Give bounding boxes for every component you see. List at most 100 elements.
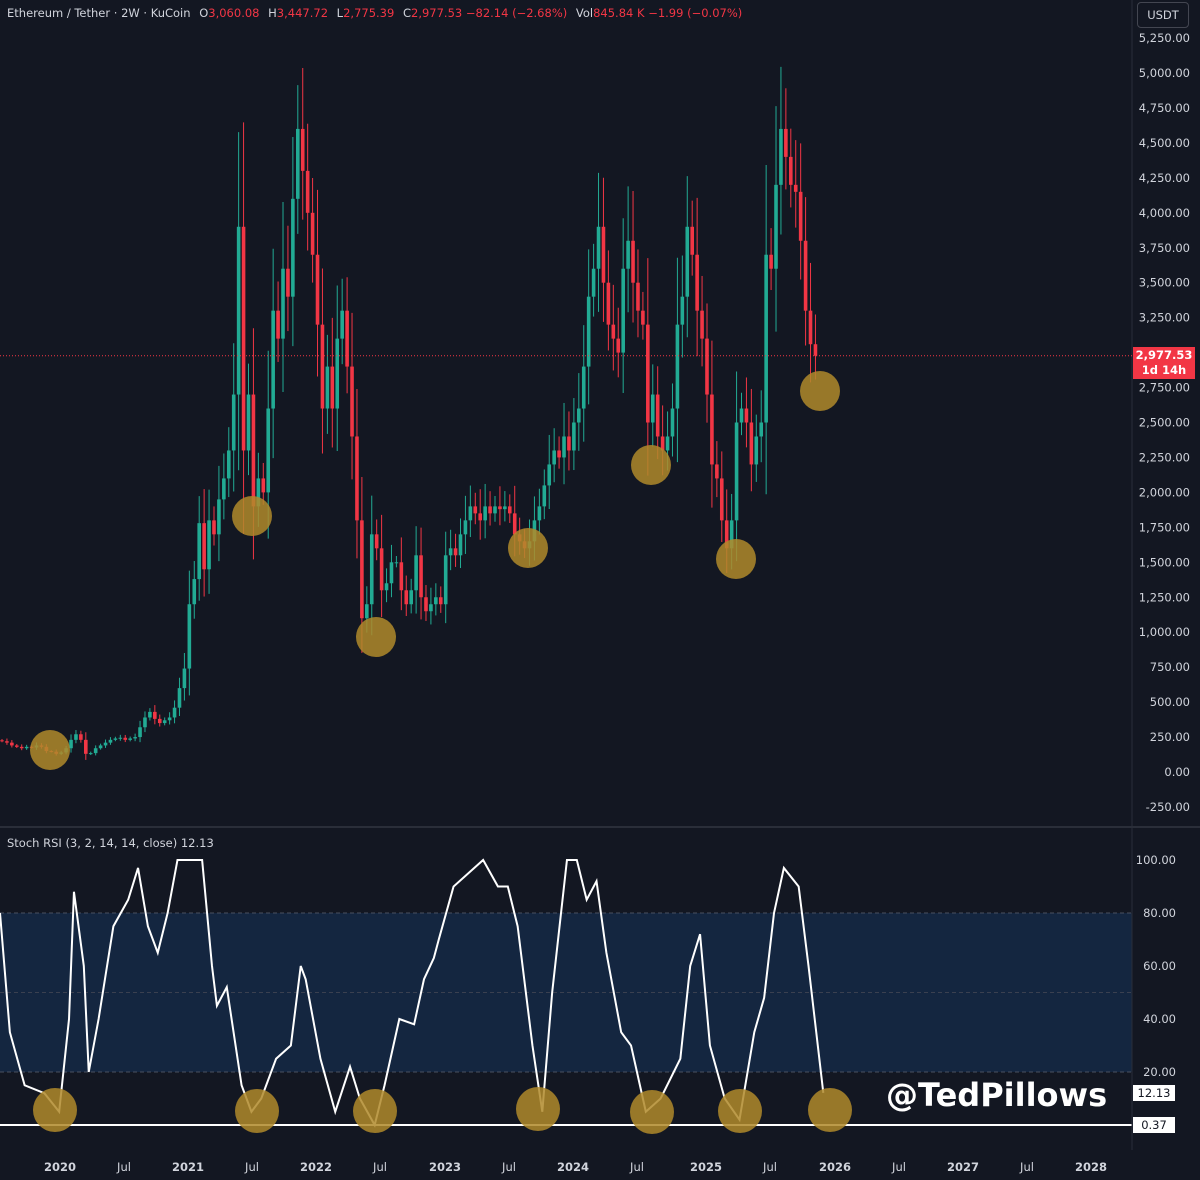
candle-body bbox=[601, 226, 606, 283]
candle-body bbox=[443, 555, 448, 605]
volume-change: −1.99 (−0.07%) bbox=[648, 6, 743, 20]
rsi-tick-label: 20.00 bbox=[1143, 1065, 1176, 1079]
candle-body bbox=[537, 506, 542, 521]
rsi-tick-label: 100.00 bbox=[1136, 853, 1176, 867]
time-tick-label: 2026 bbox=[819, 1160, 851, 1174]
low-value: 2,775.39 bbox=[343, 6, 395, 20]
candle-body bbox=[695, 254, 699, 311]
candle-body bbox=[562, 436, 566, 458]
candle-body bbox=[281, 268, 285, 339]
candle-body bbox=[157, 718, 162, 724]
candle-body bbox=[296, 128, 300, 199]
candle-body bbox=[14, 745, 19, 747]
stoch-rsi-legend[interactable]: Stoch RSI (3, 2, 14, 14, close) 12.13 bbox=[7, 836, 214, 850]
candle-body bbox=[759, 422, 764, 437]
rsi-oversold-marker bbox=[718, 1089, 762, 1133]
price-tick-label: 250.00 bbox=[1150, 730, 1190, 744]
watermark: @TedPillows bbox=[886, 1076, 1108, 1114]
candle-body bbox=[310, 212, 315, 255]
candle-body bbox=[291, 198, 295, 297]
candle-body bbox=[754, 436, 759, 465]
candle-body bbox=[429, 604, 433, 612]
candle-body bbox=[113, 738, 118, 740]
bottom-marker bbox=[716, 539, 756, 579]
time-tick-label: Jul bbox=[762, 1160, 777, 1174]
time-tick-label: Jul bbox=[891, 1160, 906, 1174]
candle-body bbox=[715, 464, 719, 479]
price-tick-label: 0.00 bbox=[1164, 765, 1190, 779]
candle-body bbox=[148, 711, 152, 718]
chart-canvas[interactable]: -250.00 0.00 250.00 500.00 750.00 1,000.00 1,2… bbox=[0, 0, 1200, 1180]
candle-body bbox=[438, 597, 443, 605]
bottom-marker bbox=[800, 371, 840, 411]
time-tick-label: Jul bbox=[629, 1160, 644, 1174]
candle-body bbox=[424, 597, 428, 612]
candle-body bbox=[0, 740, 4, 742]
candle-body bbox=[197, 523, 201, 580]
candle-body bbox=[79, 734, 83, 740]
price-tick-label: 2,750.00 bbox=[1139, 381, 1190, 395]
candle-body bbox=[266, 408, 271, 493]
price-tick-label: 500.00 bbox=[1150, 695, 1190, 709]
candle-body bbox=[133, 737, 137, 739]
candle-body bbox=[345, 310, 349, 367]
candle-body bbox=[19, 746, 24, 749]
candle-body bbox=[512, 513, 517, 535]
time-tick-label: 2028 bbox=[1075, 1160, 1107, 1174]
candle-body bbox=[764, 254, 768, 423]
candle-body bbox=[379, 548, 384, 591]
candle-body bbox=[162, 720, 167, 724]
candle-body bbox=[187, 604, 192, 669]
candle-body bbox=[167, 717, 172, 721]
price-tick-label: 3,750.00 bbox=[1139, 241, 1190, 255]
candle-body bbox=[212, 520, 216, 535]
candle-body bbox=[685, 226, 690, 297]
candle-body bbox=[734, 422, 739, 521]
candle-body bbox=[404, 590, 409, 605]
candle-body bbox=[798, 191, 803, 241]
rsi-tick-label: 60.00 bbox=[1143, 959, 1176, 973]
candle-body bbox=[98, 745, 103, 749]
price-tick-label: 750.00 bbox=[1150, 660, 1190, 674]
price-tick-label: 2,500.00 bbox=[1139, 416, 1190, 430]
price-tick-label: 3,250.00 bbox=[1139, 311, 1190, 325]
candle-body bbox=[207, 520, 211, 570]
candle-body bbox=[690, 226, 694, 255]
candle-body bbox=[394, 562, 399, 564]
candle-body bbox=[779, 128, 783, 185]
price-tick-label: 4,750.00 bbox=[1139, 101, 1190, 115]
price-tick-label: 5,000.00 bbox=[1139, 66, 1190, 80]
candle-body bbox=[665, 436, 670, 451]
candle-body bbox=[784, 128, 788, 157]
price-tick-label: 2,000.00 bbox=[1139, 485, 1190, 499]
time-tick-label: Jul bbox=[1019, 1160, 1034, 1174]
candle-body bbox=[793, 184, 798, 192]
candle-body bbox=[581, 366, 586, 409]
candle-body bbox=[552, 450, 556, 465]
candle-body bbox=[231, 394, 236, 451]
candle-body bbox=[143, 717, 147, 728]
candle-body bbox=[616, 338, 621, 353]
time-tick-label: 2024 bbox=[557, 1160, 589, 1174]
candle-body bbox=[591, 268, 596, 297]
change-value: −82.14 (−2.68%) bbox=[465, 6, 568, 20]
candle-body bbox=[88, 753, 93, 755]
candle-body bbox=[434, 597, 438, 605]
candle-body bbox=[611, 324, 616, 339]
candle-body bbox=[458, 534, 463, 556]
candle-body bbox=[744, 408, 749, 423]
candle-body bbox=[705, 338, 709, 395]
candle-body bbox=[74, 734, 78, 740]
high-value: 3,447.72 bbox=[276, 6, 329, 20]
candle-body bbox=[808, 310, 813, 345]
candle-body bbox=[84, 739, 88, 754]
currency-button[interactable]: USDT bbox=[1137, 2, 1189, 28]
price-tick-label: 4,500.00 bbox=[1139, 136, 1190, 150]
candle-body bbox=[335, 338, 340, 409]
candle-body bbox=[182, 668, 187, 689]
candle-body bbox=[483, 506, 487, 521]
symbol-legend: Ethereum / Tether · 2W · KuCoin O3,060.0… bbox=[7, 6, 743, 20]
candle-body bbox=[547, 464, 552, 486]
rsi-tick-label: 40.00 bbox=[1143, 1012, 1176, 1026]
candle-body bbox=[577, 408, 581, 423]
